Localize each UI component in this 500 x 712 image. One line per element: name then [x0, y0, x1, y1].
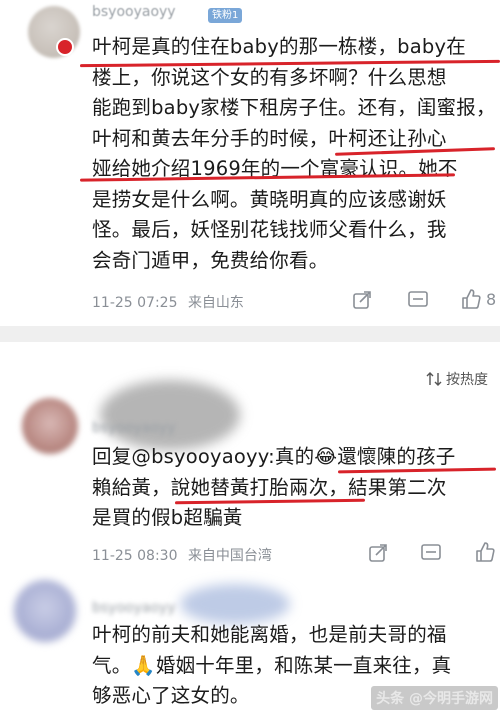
comment-meta: 11-25 07:25 来自山东	[92, 292, 244, 312]
blurred-overlay	[100, 380, 240, 450]
comment-time: 11-25 08:30	[92, 548, 178, 564]
comment-line: 怪。最后，妖怪别花钱找师父看什么，我	[92, 218, 447, 241]
thumbs-up-icon	[462, 289, 481, 309]
fan-badge: 铁粉1	[208, 8, 243, 23]
verified-icon	[56, 38, 74, 56]
comment-icon[interactable]	[407, 290, 429, 310]
sort-icon	[426, 372, 442, 386]
comment-line: 叶柯是真的住在baby的那一栋楼，baby在	[92, 35, 466, 58]
username[interactable]: bsyooyaoyy	[92, 4, 176, 20]
comment-line: 賴給黃，說她替黃打胎兩次，結果第二次	[92, 475, 447, 499]
sort-label: 按热度	[446, 372, 488, 388]
username[interactable]: bsyooyaoyy	[92, 600, 176, 616]
comment-location: 来自山东	[187, 295, 244, 311]
share-icon[interactable]	[352, 290, 372, 310]
username[interactable]: bsyooyaoyy	[92, 420, 176, 436]
section-divider	[0, 326, 500, 342]
comment-line: 是買的假b超騙黃	[92, 506, 243, 529]
avatar[interactable]	[22, 398, 78, 454]
comment-card-1: bsyooyaoyy 铁粉1 叶柯是真的住在baby的那一栋楼，baby在 楼上…	[0, 0, 500, 326]
watermark: 头条 @今明手游网	[371, 686, 498, 710]
like-button[interactable]: 8	[460, 288, 496, 310]
comment-line: 楼上，你说这个女的有多坏啊？什么思想	[92, 65, 447, 89]
like-button[interactable]	[474, 541, 496, 563]
comment-line: 是捞女是什么啊。黄晓明真的应该感谢妖	[92, 187, 447, 211]
thumbs-up-icon	[476, 542, 495, 562]
comment-meta: 11-25 08:30 来自中国台湾	[92, 545, 272, 565]
comment-location: 来自中国台湾	[187, 548, 272, 564]
comment-icon[interactable]	[420, 543, 442, 563]
comment-time: 11-25 07:25	[92, 295, 178, 311]
avatar[interactable]	[14, 580, 76, 642]
comment-line: 气。🙏婚姻十年里，和陈某一直来往，真	[92, 653, 452, 677]
blurred-overlay	[180, 584, 290, 624]
comment-line: 会奇门遁甲，免费给你看。	[92, 248, 329, 272]
comment-line: 叶柯的前夫和她能离婚，也是前夫哥的福	[92, 623, 447, 646]
comment-line: 能跑到baby家楼下租房子住。还有，闺蜜报，	[92, 96, 496, 119]
like-count: 8	[486, 289, 497, 309]
comment-text: 叶柯是真的住在baby的那一栋楼，baby在 楼上，你说这个女的有多坏啊？什么思…	[92, 32, 496, 276]
comment-text: 回复@bsyooyaoyy:真的😂還懷陳的孩子 賴給黃，說她替黃打胎兩次，結果第…	[92, 442, 492, 534]
sort-toggle[interactable]: 按热度	[426, 369, 488, 389]
comment-card-2: bsyooyaoyy 回复@bsyooyaoyy:真的😂還懷陳的孩子 賴給黃，說…	[0, 380, 500, 580]
share-icon[interactable]	[368, 543, 388, 563]
